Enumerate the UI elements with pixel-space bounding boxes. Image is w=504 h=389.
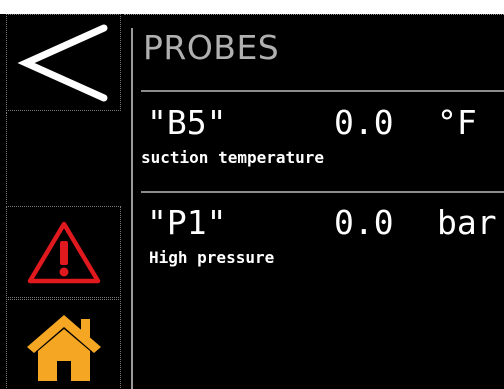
top-rule	[124, 14, 504, 15]
probe-unit: bar	[437, 203, 497, 242]
probe-value: 0.0	[334, 103, 394, 142]
controller-screen: PROBES "B5" 0.0 °F suction temperature "…	[0, 14, 504, 389]
probe-row-p1[interactable]: "P1" 0.0 bar High pressure	[141, 198, 504, 294]
nav-separator	[6, 112, 8, 204]
alarm-button[interactable]	[6, 206, 121, 298]
probe-row-b5[interactable]: "B5" 0.0 °F suction temperature	[141, 98, 504, 194]
page-title: PROBES	[143, 28, 280, 67]
home-button[interactable]	[6, 299, 121, 389]
probe-description: suction temperature	[141, 148, 325, 167]
probe-unit: °F	[437, 103, 477, 142]
probe-description: High pressure	[149, 248, 275, 267]
chevron-left-icon	[16, 24, 107, 101]
home-icon	[26, 314, 101, 381]
row-divider	[141, 191, 504, 193]
probe-name: "B5"	[147, 103, 227, 142]
probe-value: 0.0	[334, 203, 394, 242]
nav-content-divider	[131, 28, 133, 389]
back-button[interactable]	[6, 14, 121, 111]
probe-name: "P1"	[147, 203, 227, 242]
warning-triangle-icon	[27, 221, 100, 284]
title-divider	[141, 90, 504, 92]
